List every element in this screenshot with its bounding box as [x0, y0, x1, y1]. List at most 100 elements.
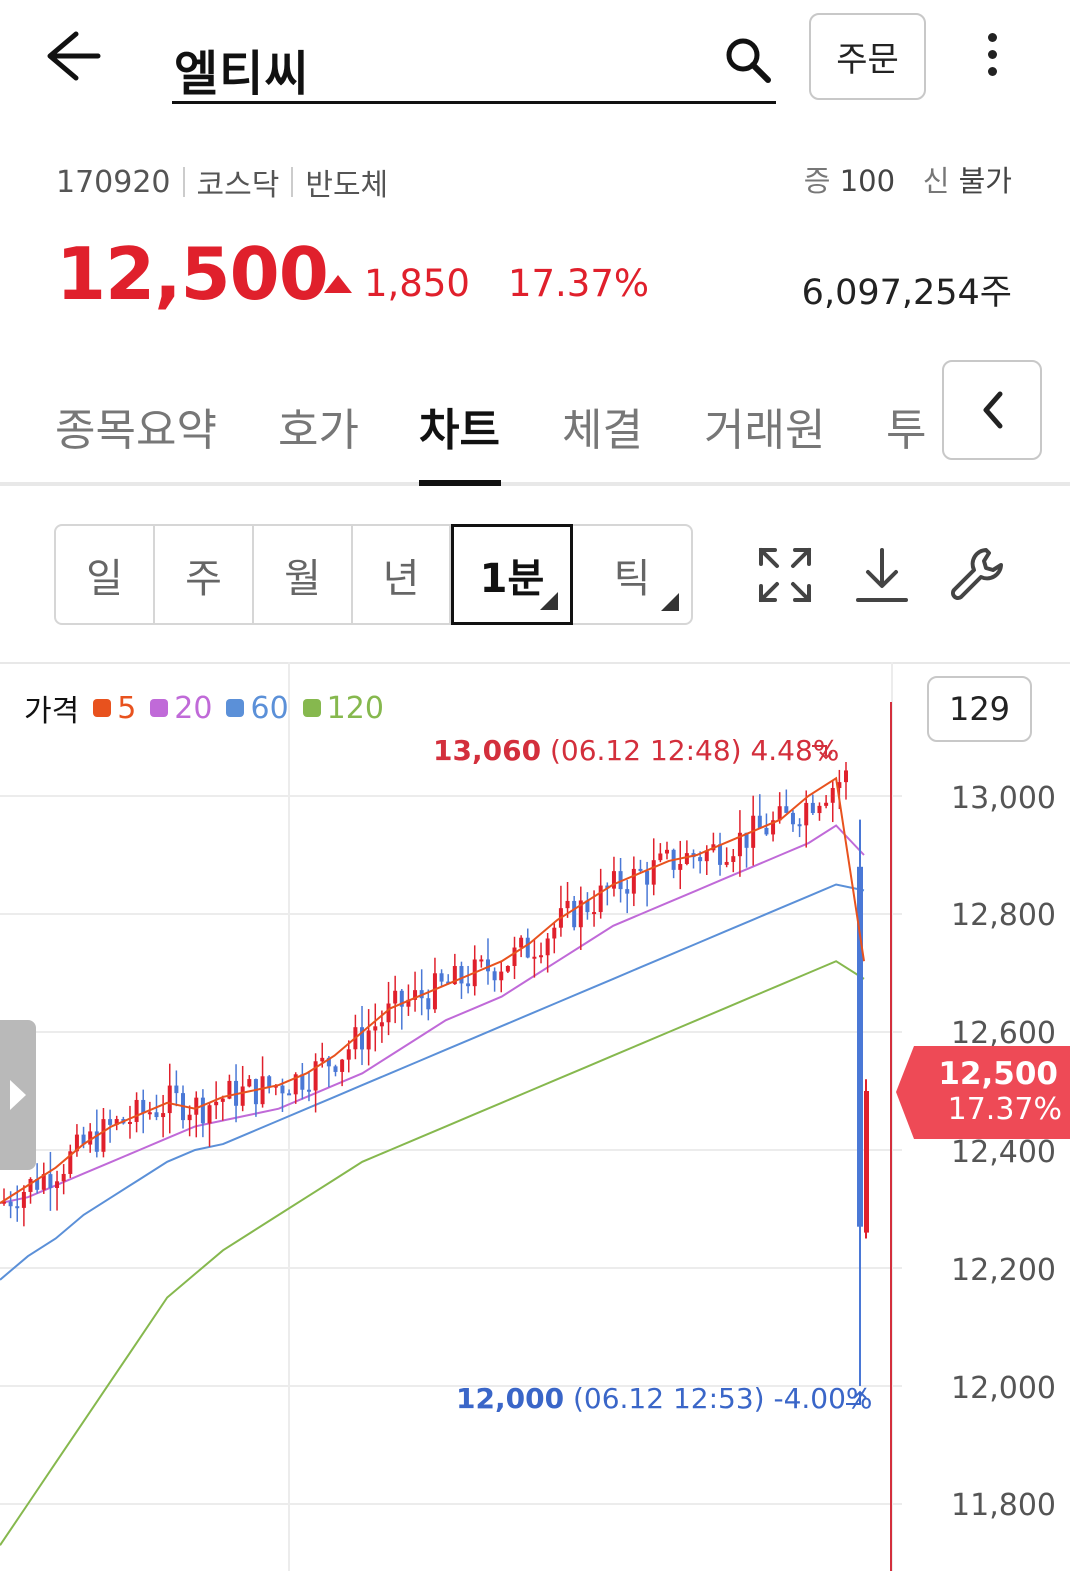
candle-body	[718, 844, 723, 865]
candle-body	[61, 1173, 66, 1182]
price-change: 1,850 17.37%	[324, 262, 649, 305]
current-price-tag-pct: 17.37%	[947, 1092, 1062, 1127]
period-month[interactable]: 월	[254, 526, 353, 623]
back-arrow-icon[interactable]	[40, 28, 104, 84]
candle-body	[207, 1105, 212, 1124]
candle-body	[830, 787, 835, 803]
candle-body	[724, 861, 729, 865]
candle-body	[379, 1022, 384, 1027]
divider	[291, 167, 294, 197]
period-year[interactable]: 년	[353, 526, 451, 623]
legend-ma60[interactable]: 60	[226, 691, 289, 726]
period-selector: 일 주 월 년 1분 틱	[54, 524, 693, 625]
candle-body	[214, 1101, 219, 1106]
candle-body	[824, 802, 829, 806]
margin-label: 증	[803, 164, 831, 198]
change-percent: 17.37%	[507, 262, 650, 305]
candle-body	[797, 824, 802, 827]
candle-body	[15, 1206, 20, 1209]
candle-body	[731, 856, 736, 862]
legend-swatch	[302, 699, 321, 717]
candle-body	[55, 1181, 60, 1188]
candle-body	[101, 1119, 106, 1152]
period-1min[interactable]: 1분	[451, 524, 573, 625]
download-icon[interactable]	[852, 544, 912, 606]
candle-body	[784, 806, 789, 813]
more-vertical-icon[interactable]	[972, 28, 1012, 84]
chart-legend: 가격 5 20 60 120	[24, 686, 384, 730]
wrench-icon[interactable]	[946, 544, 1006, 606]
candle-body	[658, 853, 663, 861]
candle-body	[147, 1112, 152, 1115]
legend-ma5[interactable]: 5	[93, 691, 136, 726]
candle-body	[598, 885, 603, 913]
legend-swatch	[93, 699, 112, 717]
search-field[interactable]: 엘티씨	[172, 20, 776, 104]
chevron-left-icon[interactable]	[942, 360, 1042, 460]
candle-body	[187, 1114, 192, 1121]
candle-body	[373, 1026, 378, 1031]
candle-body	[519, 937, 524, 948]
stock-code: 170920	[56, 164, 171, 200]
period-tick[interactable]: 틱	[573, 526, 691, 623]
current-price-tag-value: 12,500	[938, 1056, 1058, 1092]
credit-label: 신	[922, 164, 950, 198]
legend-swatch	[150, 699, 169, 717]
divider	[182, 167, 185, 197]
candle-body	[810, 802, 815, 814]
candle-body	[625, 889, 630, 894]
tab-trades[interactable]: 체결	[562, 394, 643, 458]
order-button[interactable]: 주문	[809, 13, 926, 100]
candle-body	[333, 1066, 338, 1072]
tab-chart[interactable]: 차트	[419, 394, 500, 458]
up-triangle-icon	[324, 274, 352, 293]
candle-body	[154, 1112, 159, 1118]
candle-count-box[interactable]: 129	[927, 676, 1032, 742]
candle-body	[393, 990, 398, 1004]
y-tick-label: 13,000	[951, 781, 1056, 816]
legend-ma120[interactable]: 120	[302, 691, 384, 726]
period-week[interactable]: 주	[155, 526, 254, 623]
candle-body	[466, 983, 471, 987]
candle-body	[678, 863, 683, 870]
candle-body	[287, 1093, 292, 1096]
period-1min-label: 1분	[479, 555, 545, 602]
candle-body	[260, 1076, 265, 1105]
candle-body	[864, 1091, 869, 1233]
tab-brokers[interactable]: 거래원	[704, 394, 825, 458]
top-bar: 엘티씨 주문	[0, 0, 1070, 120]
period-tick-label: 틱	[613, 555, 651, 602]
ma20-line	[0, 824, 865, 1205]
legend-swatch	[226, 699, 245, 717]
candle-body	[684, 853, 689, 864]
low-price-annotation: 12,000 (06.12 12:53) -4.00%	[456, 1382, 873, 1415]
tab-orderbook[interactable]: 호가	[278, 394, 359, 458]
y-tick-label: 12,800	[951, 898, 1056, 933]
legend-ma5-label: 5	[117, 690, 137, 726]
candle-body	[280, 1085, 285, 1094]
legend-ma20[interactable]: 20	[150, 691, 212, 726]
candle-body	[426, 998, 431, 1010]
search-icon[interactable]	[722, 34, 774, 86]
period-day[interactable]: 일	[56, 526, 155, 623]
candle-body	[539, 955, 544, 958]
expand-icon[interactable]	[755, 544, 815, 606]
candle-body	[631, 868, 636, 894]
candle-body	[757, 815, 762, 828]
ma5-line	[0, 776, 865, 1204]
candle-body	[479, 959, 484, 962]
candle-body	[790, 812, 795, 825]
candle-body	[200, 1097, 205, 1124]
candle-body	[592, 912, 597, 915]
candle-body	[108, 1119, 113, 1125]
candle-body	[386, 1003, 391, 1023]
candle-body	[651, 860, 656, 885]
high-price: 13,060	[433, 734, 542, 767]
side-panel-handle[interactable]	[0, 1020, 36, 1170]
y-tick-label: 11,800	[951, 1488, 1056, 1523]
candle-body	[459, 966, 464, 984]
tab-investors[interactable]: 투	[886, 394, 926, 458]
tab-summary[interactable]: 종목요약	[55, 394, 217, 458]
current-price-tag: 12,500 17.37%	[896, 1046, 1070, 1139]
menu-corner-icon	[661, 593, 679, 611]
